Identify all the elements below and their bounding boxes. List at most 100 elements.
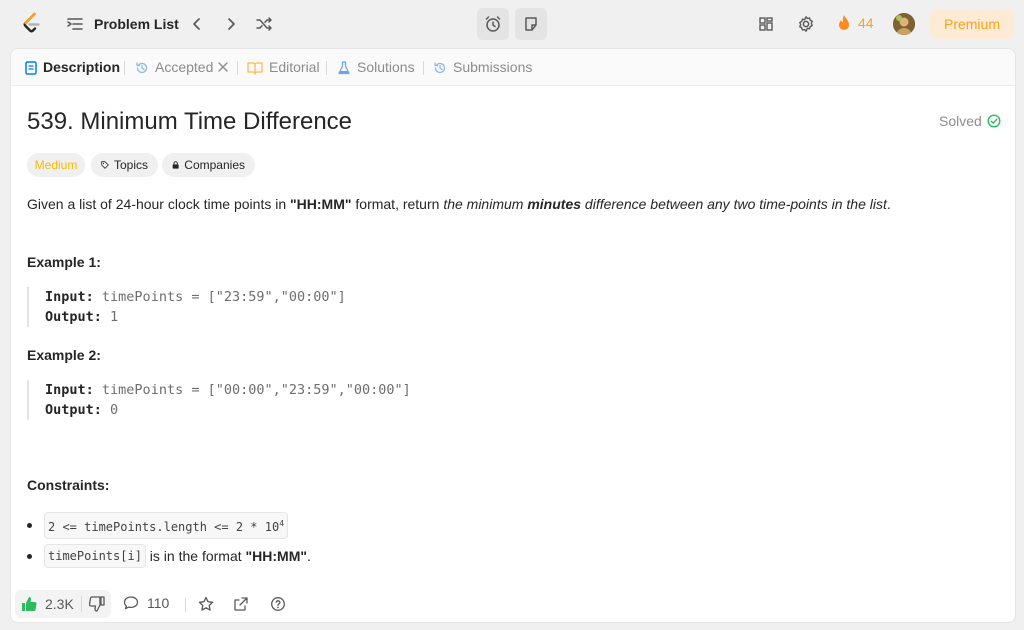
output-label: Output: bbox=[45, 309, 102, 325]
problem-title: 539. Minimum Time Difference bbox=[27, 108, 353, 135]
leetcode-logo-icon[interactable] bbox=[20, 12, 44, 36]
input-value: timePoints = ["23:59","00:00"] bbox=[101, 289, 346, 305]
constraint-code: timePoints[i] bbox=[44, 544, 146, 568]
random-problem-button[interactable] bbox=[253, 13, 275, 35]
like-divider bbox=[81, 596, 82, 612]
topics-label: Topics bbox=[113, 158, 148, 172]
premium-button[interactable]: Premium bbox=[930, 9, 1014, 39]
tab-description[interactable]: Description bbox=[25, 59, 120, 76]
note-icon bbox=[525, 17, 537, 31]
problem-description: Given a list of 24-hour clock time point… bbox=[27, 195, 997, 213]
share-icon bbox=[234, 597, 248, 611]
desc-italic: difference between any two time-points i… bbox=[581, 196, 887, 212]
output-label: Output: bbox=[45, 402, 102, 418]
notes-button[interactable] bbox=[515, 8, 547, 40]
footer-divider bbox=[185, 598, 186, 612]
comment-icon bbox=[123, 596, 139, 610]
settings-button[interactable] bbox=[795, 13, 817, 35]
output-value: 0 bbox=[110, 402, 119, 418]
tab-divider bbox=[237, 61, 238, 75]
user-avatar[interactable] bbox=[893, 13, 915, 35]
panel-tabs: Description Accepted Editorial Solutions… bbox=[11, 49, 1015, 86]
exponent: 4 bbox=[279, 519, 285, 528]
desc-format: "HH:MM" bbox=[290, 196, 352, 212]
grid-layout-icon bbox=[759, 17, 773, 31]
input-label: Input: bbox=[45, 382, 94, 398]
book-icon bbox=[247, 61, 263, 75]
desc-bold-italic: minutes bbox=[527, 196, 582, 212]
constraint-format: "HH:MM" bbox=[245, 548, 307, 564]
comment-count: 110 bbox=[147, 595, 170, 611]
problem-list-link[interactable]: Problem List bbox=[94, 16, 179, 33]
tab-submissions[interactable]: Submissions bbox=[433, 59, 532, 76]
check-circle-icon bbox=[987, 114, 1001, 128]
close-icon bbox=[218, 62, 228, 72]
help-button[interactable] bbox=[269, 595, 287, 613]
question-circle-icon bbox=[271, 597, 285, 611]
document-icon bbox=[25, 60, 37, 75]
next-problem-button[interactable] bbox=[220, 13, 242, 35]
constraint-code-text: 2 <= timePoints.length <= 2 * 10 bbox=[48, 520, 280, 534]
tab-description-label: Description bbox=[43, 59, 121, 75]
problem-list-icon[interactable] bbox=[66, 15, 84, 33]
fire-icon bbox=[839, 15, 849, 30]
streak-count: 44 bbox=[858, 15, 874, 31]
input-value: timePoints = ["00:00","23:59","00:00"] bbox=[101, 382, 411, 398]
alarm-clock-icon bbox=[485, 16, 501, 32]
input-label: Input: bbox=[45, 289, 94, 305]
daily-streak[interactable]: 44 bbox=[836, 14, 874, 32]
like-dislike-group: 2.3K bbox=[15, 590, 111, 618]
problem-footer: 2.3K 110 bbox=[11, 586, 1015, 622]
top-navbar: Problem List 44 Premium bbox=[0, 0, 1024, 48]
tab-divider bbox=[326, 61, 327, 75]
shuffle-icon bbox=[256, 17, 272, 31]
thumbs-up-icon bbox=[22, 597, 37, 612]
comments-button[interactable]: 110 bbox=[123, 595, 169, 611]
share-button[interactable] bbox=[232, 595, 250, 613]
chevron-right-icon bbox=[228, 18, 235, 30]
solved-status: Solved bbox=[939, 113, 1001, 129]
description-panel: Description Accepted Editorial Solutions… bbox=[10, 48, 1016, 623]
layout-button[interactable] bbox=[755, 13, 777, 35]
tab-editorial[interactable]: Editorial bbox=[247, 59, 320, 76]
example-1-block: Input: timePoints = ["23:59","00:00"] Ou… bbox=[27, 287, 627, 327]
bullet-dot bbox=[27, 553, 32, 559]
close-tab-button[interactable] bbox=[216, 59, 230, 75]
like-count: 2.3K bbox=[45, 596, 74, 612]
desc-text: format, return bbox=[351, 196, 444, 212]
constraint-item: 2 <= timePoints.length <= 2 * 104 bbox=[27, 512, 289, 539]
desc-italic: the minimum bbox=[443, 196, 528, 212]
example-1-title: Example 1: bbox=[27, 254, 101, 270]
tab-divider bbox=[124, 61, 125, 75]
history-icon bbox=[434, 61, 446, 73]
output-value: 1 bbox=[110, 309, 119, 325]
tab-accepted-label: Accepted bbox=[155, 59, 214, 75]
thumbs-down-icon bbox=[88, 596, 105, 612]
tab-submissions-label: Submissions bbox=[453, 59, 533, 75]
topics-chip[interactable]: Topics bbox=[91, 153, 158, 177]
difficulty-badge: Medium bbox=[27, 153, 85, 177]
history-icon bbox=[136, 61, 148, 73]
tab-solutions[interactable]: Solutions bbox=[337, 59, 415, 76]
solved-label: Solved bbox=[939, 113, 982, 129]
constraint-code: 2 <= timePoints.length <= 2 * 104 bbox=[44, 512, 289, 539]
desc-text: . bbox=[886, 196, 891, 212]
lock-icon bbox=[172, 161, 179, 169]
prev-problem-button[interactable] bbox=[186, 13, 208, 35]
example-2-block: Input: timePoints = ["00:00","23:59","00… bbox=[27, 380, 627, 420]
flask-icon bbox=[338, 60, 350, 74]
constraints-title: Constraints: bbox=[27, 477, 110, 493]
gear-icon bbox=[799, 16, 813, 32]
timer-button[interactable] bbox=[477, 8, 509, 40]
tab-accepted[interactable]: Accepted bbox=[135, 59, 213, 76]
tab-divider bbox=[423, 61, 424, 75]
constraint-text: is in the format bbox=[145, 548, 246, 564]
chevron-left-icon bbox=[193, 18, 200, 30]
dislike-button[interactable] bbox=[88, 596, 105, 617]
like-button[interactable]: 2.3K bbox=[21, 596, 74, 612]
favorite-button[interactable] bbox=[197, 595, 215, 613]
star-icon bbox=[198, 596, 214, 611]
companies-chip[interactable]: Companies bbox=[162, 153, 255, 177]
companies-label: Companies bbox=[184, 158, 245, 172]
constraint-text: . bbox=[307, 548, 311, 564]
